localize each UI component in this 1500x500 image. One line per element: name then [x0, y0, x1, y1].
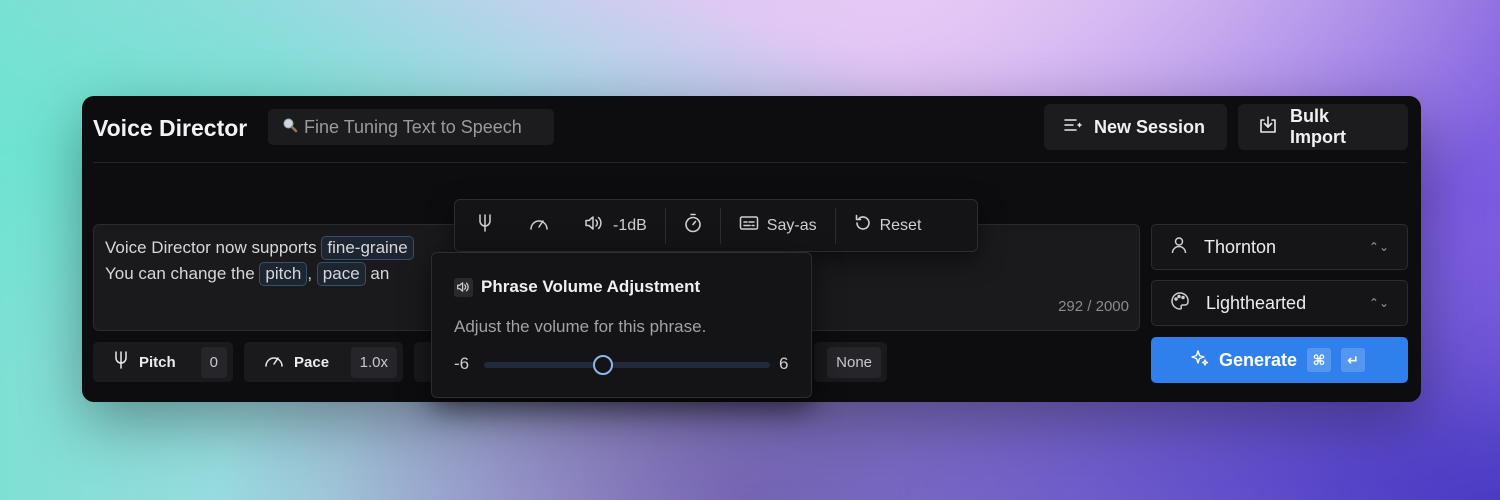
speedometer-icon: [529, 215, 549, 236]
voice-select[interactable]: Thornton ⌃⌄: [1151, 224, 1408, 270]
editor-text: an: [370, 264, 390, 283]
reset-label: Reset: [879, 216, 922, 234]
tuning-fork-icon: [477, 214, 493, 237]
palette-icon: [1170, 291, 1190, 316]
say-as-label: Say-as: [766, 216, 817, 234]
toolbar-pace-button[interactable]: [511, 200, 567, 251]
speedometer-icon: [264, 352, 284, 372]
pace-param[interactable]: Pace 1.0x: [244, 342, 403, 382]
slider-min-label: -6: [454, 354, 470, 373]
mood-value: Lighthearted: [1206, 292, 1307, 313]
character-counter: 292 / 2000: [1058, 298, 1129, 315]
editor-comma: ,: [307, 264, 313, 283]
sparkles-icon: [1191, 349, 1209, 372]
toolbar-volume-button[interactable]: -1dB: [567, 200, 665, 251]
pace-value[interactable]: 1.0x: [350, 346, 397, 378]
pitch-label: Pitch: [139, 353, 176, 371]
app-title: Voice Director: [93, 115, 248, 141]
volume-slider-thumb[interactable]: [593, 355, 614, 375]
tagged-phrase-token[interactable]: fine-graine: [321, 236, 414, 260]
volume-popover: Phrase Volume Adjustment Adjust the volu…: [431, 252, 812, 398]
slider-max-label: 6: [779, 354, 789, 373]
pace-token[interactable]: pace: [316, 262, 366, 286]
header-divider: [93, 162, 1407, 163]
import-icon: [1258, 115, 1278, 139]
editor-text: You can change the: [105, 264, 255, 283]
tuning-fork-icon: [113, 351, 129, 373]
bulk-import-button[interactable]: Bulk Import: [1238, 104, 1408, 150]
speaker-icon: [585, 215, 605, 236]
magnifier-icon: [282, 117, 298, 138]
popover-description: Adjust the volume for this phrase.: [454, 317, 707, 336]
caption-icon: [739, 215, 759, 236]
chevron-updown-icon: ⌃⌄: [1368, 240, 1389, 254]
cmd-key-badge: ⌘: [1307, 348, 1332, 372]
pitch-param[interactable]: Pitch 0: [93, 342, 233, 382]
speaker-icon: [454, 277, 473, 297]
mood-select[interactable]: Lighthearted ⌃⌄: [1151, 280, 1408, 326]
pace-label: Pace: [294, 353, 330, 371]
toolbar-reset-button[interactable]: Reset: [836, 200, 940, 251]
toolbar-say-as-button[interactable]: Say-as: [721, 200, 835, 251]
header: Voice Director Fine Tuning Text to Speec…: [82, 96, 1421, 162]
voice-value: Thornton: [1204, 236, 1277, 257]
new-session-button[interactable]: New Session: [1044, 104, 1227, 150]
enter-key-badge: ↵: [1341, 348, 1366, 372]
reset-icon: [854, 214, 872, 237]
search-chip-label: Fine Tuning Text to Speech: [304, 116, 522, 137]
stopwatch-icon: [684, 213, 702, 238]
toolbar-timer-button[interactable]: [666, 200, 720, 251]
bulk-import-label: Bulk Import: [1290, 106, 1346, 147]
say-as-value[interactable]: None: [827, 346, 881, 378]
new-session-label: New Session: [1094, 116, 1206, 137]
volume-value: -1dB: [613, 216, 647, 234]
say-as-param[interactable]: None: [814, 342, 887, 382]
search-chip[interactable]: Fine Tuning Text to Speech: [268, 109, 554, 145]
chevron-updown-icon: ⌃⌄: [1368, 296, 1389, 310]
toolbar-pitch-button[interactable]: [455, 200, 511, 251]
pitch-token[interactable]: pitch: [259, 262, 308, 286]
volume-slider[interactable]: [484, 355, 770, 375]
popover-title-text: Phrase Volume Adjustment: [481, 277, 701, 296]
list-add-icon: [1064, 117, 1082, 138]
pitch-value[interactable]: 0: [200, 346, 227, 378]
generate-button[interactable]: Generate ⌘ ↵: [1151, 337, 1408, 383]
popover-title: Phrase Volume Adjustment: [454, 277, 700, 297]
user-icon: [1170, 236, 1188, 259]
generate-label: Generate: [1219, 349, 1298, 370]
phrase-toolbar: -1dB Say-as Reset: [454, 199, 978, 252]
editor-text: Voice Director now supports: [105, 238, 317, 257]
